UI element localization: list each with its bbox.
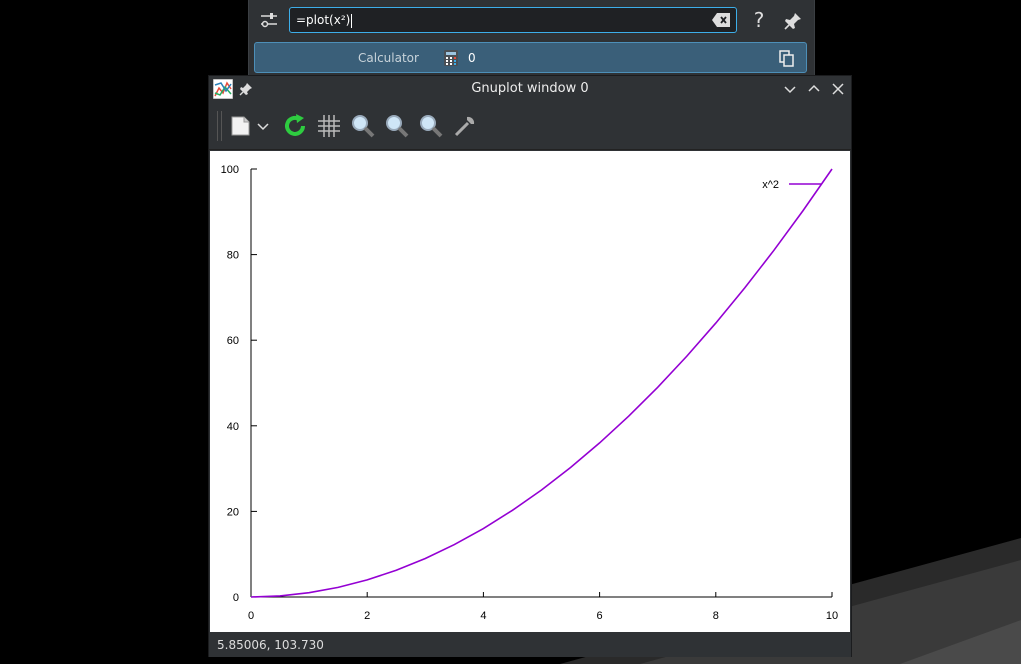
x-tick-label: 4 [480, 610, 486, 622]
series-line-x2 [250, 168, 833, 598]
legend-label: x^2 [762, 179, 779, 191]
plot-area[interactable]: 0 2 4 6 8 10 0 20 40 60 80 100 x^2 [210, 151, 850, 632]
legend: x^2 [762, 179, 821, 191]
clear-icon[interactable] [711, 12, 731, 28]
calculator-icon [444, 50, 458, 66]
calculator-result[interactable]: Calculator 0 [254, 42, 807, 73]
x-tick-label: 0 [248, 610, 254, 622]
configure-icon[interactable] [259, 10, 279, 30]
titlebar[interactable]: Gnuplot window 0 [209, 76, 851, 102]
y-tick-label: 20 [227, 506, 239, 518]
statusbar: 5.85006, 103.730 [209, 633, 851, 657]
krunner-panel: =plot(x²) ? Calculator 0 [248, 0, 815, 77]
result-category: Calculator [358, 51, 419, 65]
grid-icon[interactable] [315, 112, 343, 140]
close-icon[interactable] [830, 81, 846, 97]
pin-icon[interactable] [783, 11, 803, 31]
copy-icon[interactable] [779, 50, 795, 67]
gnuplot-window: Gnuplot window 0 0 2 4 6 8 10 0 20 40 60… [208, 75, 852, 657]
x-tick-label: 10 [826, 610, 838, 622]
keep-above-icon[interactable] [239, 82, 253, 96]
zoom-previous-icon[interactable] [349, 112, 377, 140]
export-icon[interactable] [227, 112, 255, 140]
plot-chart: 0 2 4 6 8 10020406080100 x^2 [221, 164, 838, 622]
y-tick-label: 40 [227, 421, 239, 433]
unzoom-icon[interactable] [417, 112, 445, 140]
toolbar [209, 103, 851, 150]
maximize-icon[interactable] [806, 81, 822, 97]
search-input[interactable]: =plot(x²) [289, 7, 737, 33]
y-tick-label: 100 [221, 164, 239, 176]
series-group [250, 168, 833, 598]
x-tick-label: 8 [713, 610, 719, 622]
dropdown-icon[interactable] [255, 112, 271, 140]
zoom-next-icon[interactable] [383, 112, 411, 140]
text-caret [351, 13, 353, 28]
result-value: 0 [468, 51, 476, 65]
minimize-icon[interactable] [782, 81, 798, 97]
toolbar-handle[interactable] [217, 111, 222, 141]
x-tick-label: 2 [364, 610, 370, 622]
axes: 0 2 4 6 8 10020406080100 [221, 164, 838, 622]
window-title: Gnuplot window 0 [471, 81, 589, 96]
y-tick-label: 60 [227, 335, 239, 347]
y-tick-label: 0 [233, 592, 239, 604]
replot-icon[interactable] [281, 112, 309, 140]
settings-icon[interactable] [451, 112, 479, 140]
help-button[interactable]: ? [749, 8, 769, 32]
gnuplot-app-icon[interactable] [213, 79, 233, 99]
y-tick-label: 80 [227, 250, 239, 262]
search-query: =plot(x²) [296, 13, 351, 27]
x-tick-label: 6 [597, 610, 603, 622]
cursor-coordinates: 5.85006, 103.730 [217, 638, 324, 652]
